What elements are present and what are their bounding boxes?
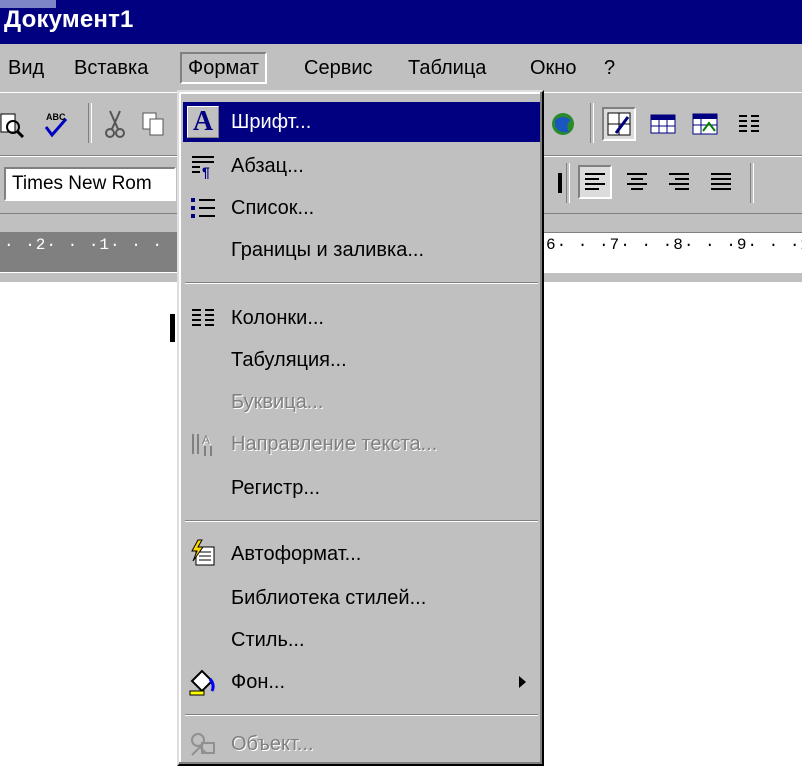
web-toolbar-icon[interactable] [546,107,580,141]
font-name-combo[interactable]: Times New Rom [4,167,176,201]
copy-icon[interactable] [136,107,170,141]
font-a-icon: A [187,106,219,138]
menu-item-autoformat[interactable]: Автоформат... [183,534,540,574]
toolbar-separator [88,103,92,143]
toolbar-separator [750,163,754,203]
menu-separator [185,714,538,716]
columns-icon[interactable] [732,107,766,141]
menu-item-label: Библиотека стилей... [231,587,427,609]
menu-table-label: Таблица [408,57,487,79]
menu-item-label: Объект... [231,733,314,755]
menu-insert[interactable]: Вставка [68,52,154,84]
menu-window-label: Окно [530,57,577,79]
menu-item-background[interactable]: Фон... [183,662,540,702]
insert-excel-icon[interactable] [688,107,722,141]
menu-item-object[interactable]: Объект... [183,724,540,764]
ruler-right-ticks: 6· · ·7· · ·8· · ·9· · ·1 [546,236,802,254]
menu-separator [185,520,538,522]
toolbar-separator [590,103,594,143]
align-right-icon[interactable] [662,165,696,199]
menu-item-label: Стиль... [231,629,305,651]
title-bar: Документ1 [0,0,802,44]
menu-item-label: Абзац... [231,155,304,177]
menu-item-font[interactable]: A Шрифт... [183,102,540,142]
menu-item-drop-cap[interactable]: Буквица... [183,382,540,422]
menu-item-text-direction[interactable]: A Направление текста... [183,424,540,464]
background-fill-icon [187,666,219,698]
menu-view-label: Вид [8,57,45,79]
menu-separator [185,282,538,284]
format-menu: A Шрифт... ¶ Абзац... Список... Границы … [177,90,544,766]
menu-item-columns[interactable]: Колонки... [183,298,540,338]
text-cursor [170,314,175,342]
menu-item-label: Буквица... [231,391,324,413]
menu-item-label: Список... [231,197,315,219]
menu-item-tabs[interactable]: Табуляция... [183,340,540,380]
insert-table-icon[interactable] [646,107,680,141]
autoformat-icon [187,538,219,570]
menu-item-change-case[interactable]: Регистр... [183,468,540,508]
menu-item-label: Регистр... [231,477,321,499]
submenu-arrow-icon [519,676,526,688]
menu-table[interactable]: Таблица [402,52,492,84]
underline-button-partial[interactable] [546,167,580,201]
menu-item-label: Направление текста... [231,433,438,455]
menu-tools[interactable]: Сервис [298,52,379,84]
menu-format[interactable]: Формат [180,52,268,84]
window-title: Документ1 [4,6,134,33]
menu-item-paragraph[interactable]: ¶ Абзац... [183,146,540,186]
toolbar-separator [566,163,570,203]
menu-help-label: ? [604,57,616,79]
menu-item-style-gallery[interactable]: Библиотека стилей... [183,578,540,618]
menu-item-label: Табуляция... [231,349,347,371]
columns-icon [187,302,219,334]
menu-insert-label: Вставка [74,57,149,79]
menu-window[interactable]: Окно [524,52,582,84]
menu-item-label: Колонки... [231,307,324,329]
menu-format-label: Формат [188,57,260,79]
svg-text:¶: ¶ [202,164,210,179]
justify-icon[interactable] [704,165,738,199]
svg-text:A: A [202,433,210,447]
bullets-icon [187,192,219,224]
tables-and-borders-icon[interactable] [602,107,636,141]
menu-view[interactable]: Вид [2,52,50,84]
menu-tools-label: Сервис [304,57,373,79]
menu-item-label: Фон... [231,671,286,693]
menu-bar: Вид Вставка Формат Сервис Таблица Окно ? [0,44,802,92]
menu-item-style[interactable]: Стиль... [183,620,540,660]
spelling-icon[interactable]: ABC [38,107,72,141]
menu-item-list[interactable]: Список... [183,188,540,228]
cut-icon[interactable] [98,107,132,141]
paragraph-icon: ¶ [187,150,219,182]
print-preview-icon[interactable] [0,107,28,141]
align-left-icon[interactable] [578,165,612,199]
menu-item-label: Границы и заливка... [231,239,425,261]
menu-item-label: Автоформат... [231,543,362,565]
menu-help[interactable]: ? [598,52,621,84]
ruler-left-ticks: · ·2· · ·1· · · [4,236,164,254]
align-center-icon[interactable] [620,165,654,199]
text-direction-icon: A [187,428,219,460]
menu-item-borders-shading[interactable]: Границы и заливка... [183,230,540,270]
object-icon [187,728,219,760]
menu-item-label: Шрифт... [231,111,312,133]
